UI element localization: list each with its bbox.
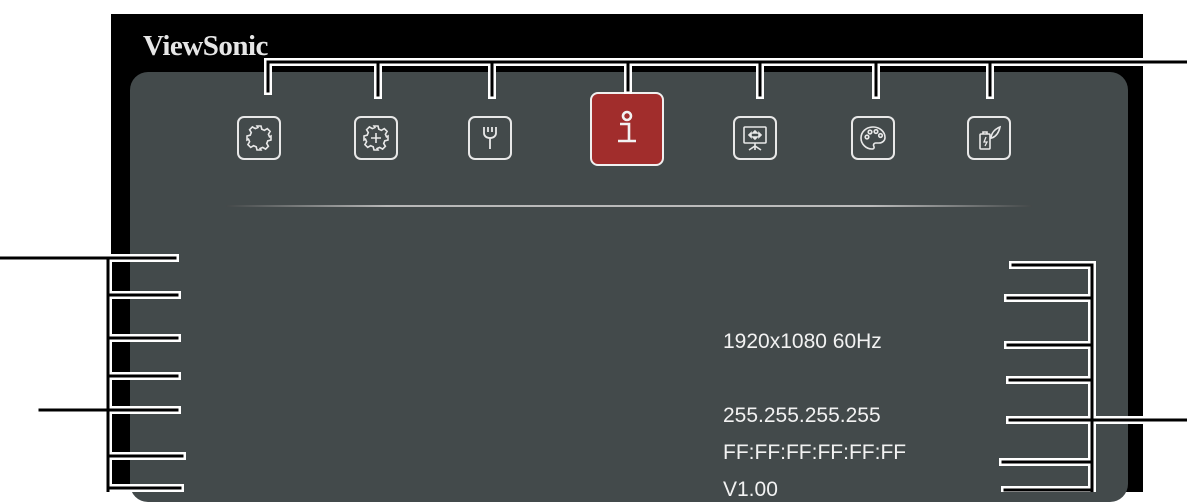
callout-lines — [0, 58, 1187, 492]
